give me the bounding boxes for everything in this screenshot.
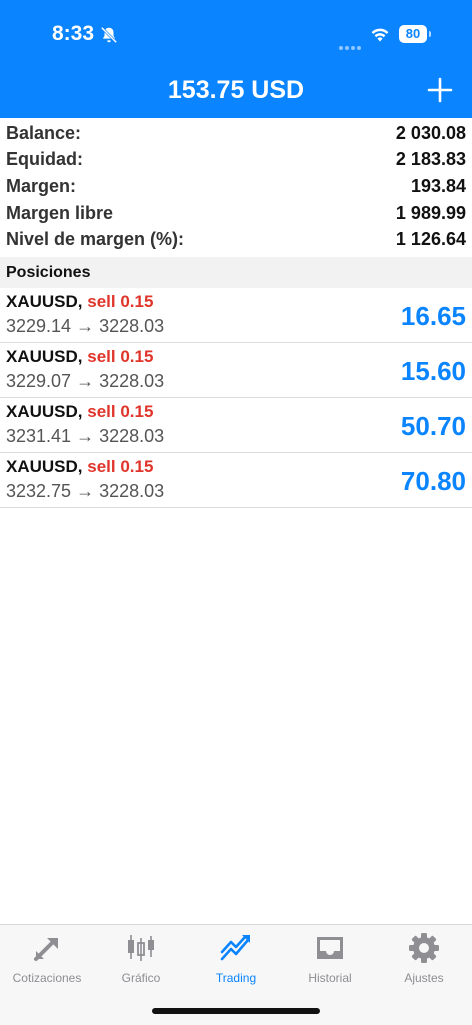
position-profit: 15.60 [400,356,466,386]
inbox-tray-icon [317,937,343,959]
tab-cotizaciones[interactable]: Cotizaciones [0,931,94,991]
page-title: 153.75 USD [167,76,305,104]
tab-trading[interactable]: Trading [189,931,283,991]
summary-row-balance: Balance: 2 030.08 [0,120,472,147]
position-side: sell 0.15 [87,402,154,421]
summary-value: 2 030.08 [395,122,466,143]
position-row[interactable]: XAUUSD, sell 0.15 3229.07 → 3228.03 15.6… [0,343,472,398]
summary-label: Margen libre [6,202,114,223]
candlestick-chart-icon [128,935,154,961]
position-row[interactable]: XAUUSD, sell 0.15 3231.41 → 3228.03 50.7… [0,398,472,453]
positions-section-header: Posiciones [0,257,472,288]
position-symbol: XAUUSD [6,292,78,311]
position-side: sell 0.15 [87,292,154,311]
quotes-icon [34,938,58,961]
status-bar: 8:33 80 [0,0,472,70]
position-profit: 70.80 [400,466,466,496]
tab-label: Ajustes [404,971,444,985]
position-symbol: XAUUSD [6,457,78,476]
bell-off-icon [100,26,118,44]
position-symbol: XAUUSD [6,347,78,366]
summary-row-equity: Equidad: 2 183.83 [0,147,472,174]
summary-label: Equidad: [6,149,83,170]
battery-indicator: 80 [399,25,427,43]
position-separator: , [77,402,88,421]
position-prices: 3231.41 → 3228.03 [6,426,165,446]
summary-row-free-margin: Margen libre 1 989.99 [0,200,472,227]
position-profit: 16.65 [400,301,466,331]
position-side: sell 0.15 [87,457,154,476]
position-side: sell 0.15 [87,347,154,366]
position-prices: 3229.14 → 3228.03 [6,316,165,336]
position-prices: 3229.07 → 3228.03 [6,371,165,391]
tab-label: Trading [215,971,257,985]
position-title: XAUUSD, sell 0.15 [6,347,153,367]
summary-value: 2 183.83 [395,149,466,170]
gear-icon [409,933,439,963]
summary-value: 1 126.64 [395,229,466,250]
tab-label: Gráfico [121,971,161,985]
tab-grafico[interactable]: Gráfico [94,931,188,991]
position-title: XAUUSD, sell 0.15 [6,292,153,312]
tab-ajustes[interactable]: Ajustes [377,931,471,991]
summary-row-margin: Margen: 193.84 [0,173,472,200]
position-row[interactable]: XAUUSD, sell 0.15 3229.14 → 3228.03 16.6… [0,288,472,343]
position-separator: , [77,347,88,366]
position-profit: 50.70 [400,411,466,441]
nav-header: 153.75 USD [0,70,472,118]
position-symbol: XAUUSD [6,402,78,421]
summary-value: 193.84 [410,175,466,196]
position-title: XAUUSD, sell 0.15 [6,402,153,422]
tab-label: Cotizaciones [12,971,82,985]
wifi-icon [371,28,389,42]
position-separator: , [77,292,88,311]
position-prices: 3232.75 → 3228.03 [6,481,165,501]
position-separator: , [77,457,88,476]
tab-label: Historial [308,971,352,985]
summary-label: Margen: [6,175,77,196]
position-title: XAUUSD, sell 0.15 [6,457,153,477]
summary-label: Balance: [6,122,82,143]
position-row[interactable]: XAUUSD, sell 0.15 3232.75 → 3228.03 70.8… [0,453,472,508]
status-time: 8:33 [52,22,95,45]
summary-row-margin-level: Nivel de margen (%): 1 126.64 [0,226,472,253]
tab-historial[interactable]: Historial [283,931,377,991]
account-summary: Balance: 2 030.08 Equidad: 2 183.83 Marg… [0,120,472,253]
home-indicator [152,1008,320,1014]
summary-value: 1 989.99 [395,202,466,223]
cellular-signal-icon [339,37,363,55]
trading-trend-icon [220,935,250,961]
positions-list: XAUUSD, sell 0.15 3229.14 → 3228.03 16.6… [0,288,472,508]
summary-label: Nivel de margen (%): [6,229,185,250]
add-button[interactable] [424,74,456,106]
battery-cap [429,31,431,37]
